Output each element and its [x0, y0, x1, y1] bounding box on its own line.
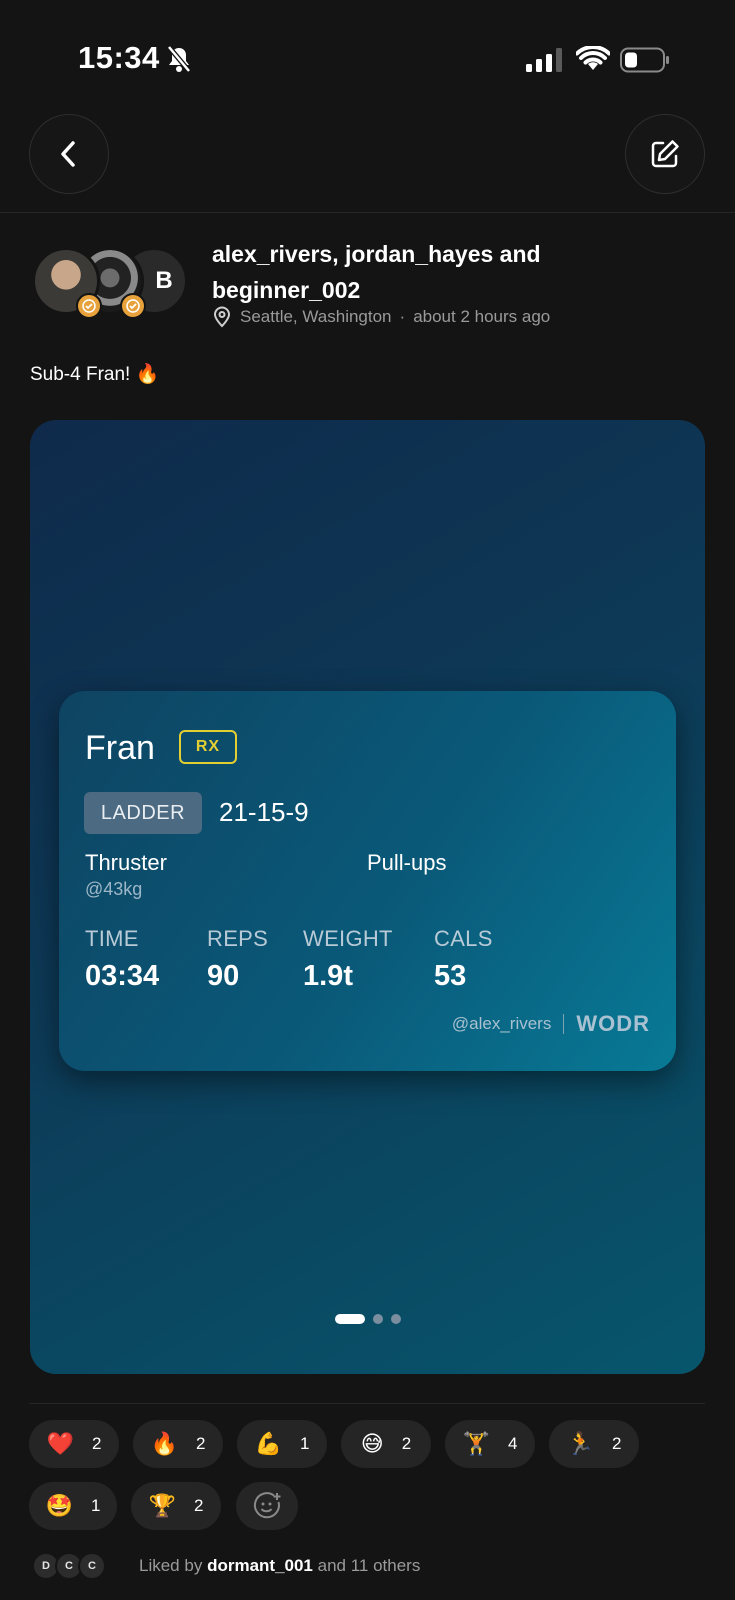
post-meta: Seattle, Washington · about 2 hours ago [212, 306, 550, 328]
movement-name: Thruster [85, 850, 167, 875]
star-struck-emoji: 🤩 [45, 1493, 73, 1518]
liked-by-text: Liked by dormant_001 and 11 others [139, 1556, 420, 1576]
stat-label: TIME [85, 926, 139, 951]
add-reaction-button[interactable] [236, 1482, 298, 1530]
sweat-smile-emoji: 😅 [360, 1431, 384, 1456]
carousel-dot-active[interactable] [334, 1314, 365, 1324]
reaction-count: 2 [611, 1434, 622, 1453]
fire-emoji: 🔥 [150, 1431, 178, 1456]
footer-separator [563, 1014, 565, 1034]
liked-user[interactable]: dormant_001 [207, 1556, 313, 1575]
rep-scheme: 21-15-9 [219, 797, 309, 827]
stat-label: CALS [434, 926, 493, 951]
brand-logo: WODR [576, 1011, 650, 1036]
runner-emoji: 🏃 [566, 1431, 594, 1456]
movement-load: @43kg [85, 879, 143, 899]
reaction-muscle[interactable]: 💪 1 [237, 1420, 327, 1468]
stat-label: REPS [207, 926, 269, 951]
wifi-icon [576, 46, 610, 70]
reaction-weightlifter[interactable]: 🏋️ 4 [445, 1420, 535, 1468]
reaction-count: 2 [401, 1434, 412, 1453]
carousel-indicator[interactable] [30, 1314, 705, 1324]
heart-emoji: ❤️ [46, 1431, 74, 1456]
stat-weight: WEIGHT 1.9t [303, 926, 393, 993]
format-tag: LADDER [84, 792, 202, 834]
reaction-star-struck[interactable]: 🤩 1 [29, 1482, 117, 1530]
reaction-count: 4 [507, 1434, 518, 1453]
wod-title: Fran [85, 729, 155, 767]
stat-value: 1.9t [303, 960, 353, 992]
back-button[interactable] [29, 114, 109, 194]
stat-label: WEIGHT [303, 926, 393, 951]
post-location[interactable]: Seattle, Washington [240, 307, 392, 327]
reaction-count: 2 [195, 1434, 206, 1453]
liked-by[interactable]: D C C Liked by dormant_001 and 11 others [32, 1552, 420, 1580]
header-divider [0, 212, 735, 213]
stat-value: 53 [434, 960, 467, 992]
carousel-dot[interactable] [372, 1314, 383, 1324]
stat-time: TIME 03:34 [85, 926, 159, 993]
status-time: 15:34 [78, 40, 160, 75]
reaction-trophy[interactable]: 🏆 2 [131, 1482, 221, 1530]
add-emoji-icon [253, 1492, 281, 1519]
muscle-emoji: 💪 [254, 1431, 282, 1456]
edit-post-button[interactable] [625, 114, 705, 194]
wod-card: Fran RX LADDER 21-15-9 Thruster @43kg Pu… [59, 691, 676, 1071]
trophy-emoji: 🏆 [148, 1493, 176, 1518]
stat-reps: REPS 90 [207, 926, 268, 993]
stat-cals: CALS 53 [434, 926, 493, 993]
post-time: about 2 hours ago [413, 307, 551, 326]
chevron-left-icon [61, 141, 75, 167]
reaction-sweat[interactable]: 😅 2 [341, 1420, 431, 1468]
carousel-dot[interactable] [390, 1314, 401, 1324]
signal-icon [526, 48, 562, 72]
post-media-carousel[interactable]: Fran RX LADDER 21-15-9 Thruster @43kg Pu… [30, 420, 705, 1374]
author-avatars[interactable]: B [32, 247, 192, 321]
weightlifter-emoji: 🏋️ [462, 1431, 490, 1456]
liked-prefix: Liked by [139, 1556, 203, 1575]
status-bar: 15:34 [0, 0, 735, 110]
card-handle: @alex_rivers [451, 1014, 552, 1033]
reactions-divider [29, 1403, 705, 1404]
post-caption: Sub-4 Fran! 🔥 [30, 364, 160, 385]
movement-name: Pull-ups [367, 850, 447, 875]
card-footer: @alex_rivers WODR [452, 1011, 650, 1037]
reaction-count: 1 [299, 1434, 310, 1453]
meta-separator: · [399, 307, 406, 326]
liked-suffix: and 11 others [317, 1556, 421, 1575]
bell-muted-icon [167, 45, 191, 73]
reaction-count: 2 [91, 1434, 102, 1453]
reaction-fire[interactable]: 🔥 2 [133, 1420, 223, 1468]
stat-value: 90 [207, 960, 240, 992]
post-authors[interactable]: alex_rivers, jordan_hayes and beginner_0… [212, 236, 692, 308]
reaction-count: 2 [193, 1496, 204, 1515]
liker-avatar: C [78, 1552, 106, 1580]
verified-badge-icon [76, 293, 102, 319]
stat-value: 03:34 [85, 960, 160, 992]
rx-badge: RX [179, 730, 237, 764]
edit-icon [651, 140, 679, 168]
battery-icon [620, 47, 669, 73]
reaction-heart[interactable]: ❤️ 2 [29, 1420, 119, 1468]
verified-badge-icon [120, 293, 146, 319]
reaction-runner[interactable]: 🏃 2 [549, 1420, 639, 1468]
location-pin-icon [213, 306, 231, 328]
reaction-count: 1 [90, 1496, 101, 1515]
